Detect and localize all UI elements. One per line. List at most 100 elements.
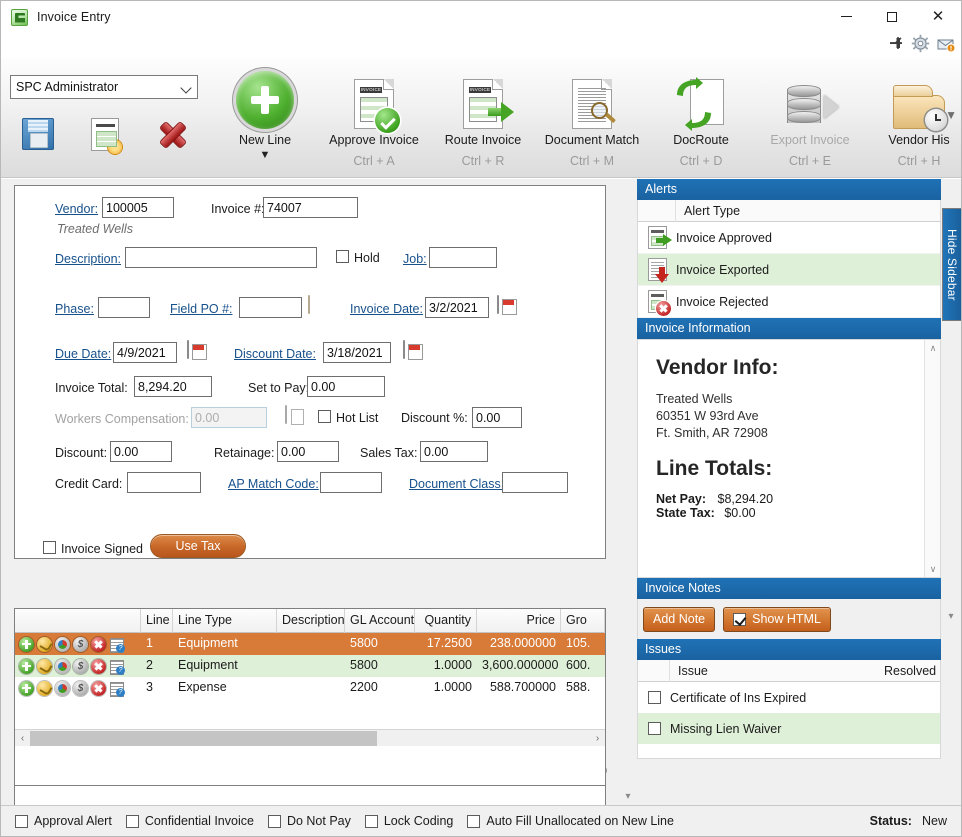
- credit-card-input[interactable]: [127, 472, 201, 493]
- copy-line-icon[interactable]: [37, 680, 52, 696]
- table-row[interactable]: 1 Equipment 5800 17.2500 238.000000 105.: [15, 633, 605, 655]
- minimize-button[interactable]: [823, 1, 869, 32]
- delete-line-icon[interactable]: [91, 658, 106, 674]
- scroll-down-icon[interactable]: ▾: [941, 608, 961, 626]
- discount-date-calendar-icon[interactable]: [403, 340, 405, 359]
- due-date-input[interactable]: [113, 342, 177, 363]
- scroll-thumb[interactable]: [30, 730, 378, 746]
- hold-checkbox[interactable]: [336, 250, 349, 263]
- scroll-up-icon[interactable]: ∧: [925, 340, 940, 356]
- list-item[interactable]: Missing Lien Waiver: [638, 713, 940, 744]
- retainage-input[interactable]: [277, 441, 339, 462]
- sales-tax-input[interactable]: [420, 441, 488, 462]
- new-invoice-button[interactable]: [77, 109, 133, 159]
- ap-match-code-label[interactable]: AP Match Code:: [228, 477, 319, 491]
- ribbon-button-route-invoice[interactable]: INVOICE Route Invoice Ctrl + R: [429, 67, 537, 173]
- add-note-button[interactable]: Add Note: [643, 606, 716, 632]
- amount-icon[interactable]: [73, 636, 88, 652]
- close-button[interactable]: ✕: [915, 1, 961, 32]
- list-item[interactable]: Certificate of Ins Expired: [638, 682, 940, 713]
- copy-line-icon[interactable]: [37, 658, 52, 674]
- line-note-icon[interactable]: [109, 637, 125, 653]
- chevron-down-icon[interactable]: ▼: [260, 149, 271, 161]
- ribbon-button-docroute[interactable]: DocRoute Ctrl + D: [647, 67, 755, 173]
- issue-resolved-checkbox[interactable]: [647, 691, 661, 704]
- add-line-icon[interactable]: [19, 658, 34, 674]
- grid-header-price[interactable]: Price: [477, 609, 561, 633]
- show-html-toggle[interactable]: Show HTML: [723, 606, 831, 632]
- save-button[interactable]: [10, 109, 66, 159]
- add-line-icon[interactable]: [19, 680, 34, 696]
- approval-alert-option[interactable]: Approval Alert: [15, 814, 112, 828]
- grid-header-gl-account[interactable]: GL Account: [345, 609, 415, 633]
- issues-col-resolved[interactable]: Resolved: [876, 664, 940, 678]
- lock-coding-checkbox[interactable]: [364, 814, 378, 828]
- invoice-date-calendar-icon[interactable]: [497, 295, 499, 314]
- discount-date-input[interactable]: [323, 342, 391, 363]
- discount-input[interactable]: [110, 441, 172, 462]
- list-item[interactable]: Invoice Approved: [638, 222, 940, 254]
- invoice-information-scrollbar[interactable]: ∧ ∨: [924, 340, 940, 577]
- ribbon-button-document-match[interactable]: Document Match Ctrl + M: [538, 67, 646, 173]
- workers-comp-input[interactable]: [191, 407, 267, 428]
- delete-line-icon[interactable]: [91, 680, 106, 696]
- invoice-date-input[interactable]: [425, 297, 489, 318]
- description-input[interactable]: [125, 247, 317, 268]
- scroll-left-icon[interactable]: ‹: [15, 733, 30, 744]
- ribbon-button-new-line[interactable]: New Line ▼: [211, 67, 319, 173]
- due-date-label[interactable]: Due Date:: [55, 347, 111, 361]
- grid-header-description[interactable]: Description: [277, 609, 345, 633]
- job-label[interactable]: Job:: [403, 252, 427, 266]
- scroll-track[interactable]: [30, 730, 590, 746]
- field-po-input[interactable]: [239, 297, 302, 318]
- auto-fill-unallocated-checkbox[interactable]: [467, 814, 481, 828]
- document-class-input[interactable]: [502, 472, 568, 493]
- grid-header-gross[interactable]: Gro: [561, 609, 605, 633]
- issues-col-issue[interactable]: Issue: [670, 664, 876, 678]
- lock-coding-option[interactable]: Lock Coding: [364, 814, 453, 828]
- phase-label[interactable]: Phase:: [55, 302, 94, 316]
- discount-percent-input[interactable]: [472, 407, 522, 428]
- auto-fill-unallocated-option[interactable]: Auto Fill Unallocated on New Line: [467, 814, 674, 828]
- document-class-label[interactable]: Document Class:: [409, 477, 504, 491]
- table-row[interactable]: 2 Equipment 5800 1.0000 3,600.000000 600…: [15, 655, 605, 677]
- invoice-number-input[interactable]: [263, 197, 358, 218]
- recalculate-icon[interactable]: [55, 680, 70, 696]
- delete-line-icon[interactable]: [91, 636, 106, 652]
- amount-icon[interactable]: [73, 658, 88, 674]
- field-po-label[interactable]: Field PO #:: [170, 302, 233, 316]
- description-label[interactable]: Description:: [55, 252, 121, 266]
- grid-header-line[interactable]: Line: [141, 609, 173, 633]
- set-to-pay-input[interactable]: [307, 376, 385, 397]
- add-line-icon[interactable]: [19, 636, 34, 652]
- pin-icon[interactable]: [886, 34, 905, 53]
- use-tax-button[interactable]: Use Tax: [150, 534, 246, 558]
- grid-header-quantity[interactable]: Quantity: [415, 609, 477, 633]
- amount-icon[interactable]: [73, 680, 88, 696]
- invoice-total-input[interactable]: [134, 376, 212, 397]
- copy-line-icon[interactable]: [37, 636, 52, 652]
- maximize-button[interactable]: [869, 1, 915, 32]
- do-not-pay-option[interactable]: Do Not Pay: [267, 814, 351, 828]
- line-note-icon[interactable]: [109, 659, 125, 675]
- field-po-lookup-icon[interactable]: [308, 295, 310, 314]
- list-item[interactable]: Invoice Exported: [638, 254, 940, 286]
- vendor-label[interactable]: Vendor:: [55, 202, 98, 216]
- confidential-invoice-checkbox[interactable]: [125, 814, 139, 828]
- do-not-pay-checkbox[interactable]: [267, 814, 281, 828]
- invoice-signed-checkbox[interactable]: [43, 541, 56, 554]
- job-input[interactable]: [429, 247, 497, 268]
- workers-comp-calculator-icon[interactable]: [285, 405, 287, 424]
- confidential-invoice-option[interactable]: Confidential Invoice: [125, 814, 254, 828]
- issue-resolved-checkbox[interactable]: [647, 722, 661, 735]
- approval-alert-checkbox[interactable]: [15, 814, 28, 828]
- vendor-input[interactable]: [102, 197, 174, 218]
- scroll-right-icon[interactable]: ›: [590, 733, 605, 744]
- scroll-down-icon[interactable]: ∨: [925, 561, 940, 577]
- recalculate-icon[interactable]: [55, 636, 70, 652]
- discount-date-label[interactable]: Discount Date:: [234, 347, 316, 361]
- table-row[interactable]: 3 Expense 2200 1.0000 588.700000 588.: [15, 677, 605, 699]
- show-html-checkbox[interactable]: [733, 612, 747, 626]
- ribbon-overflow-button[interactable]: ▼: [945, 108, 957, 122]
- ap-match-code-input[interactable]: [320, 472, 382, 493]
